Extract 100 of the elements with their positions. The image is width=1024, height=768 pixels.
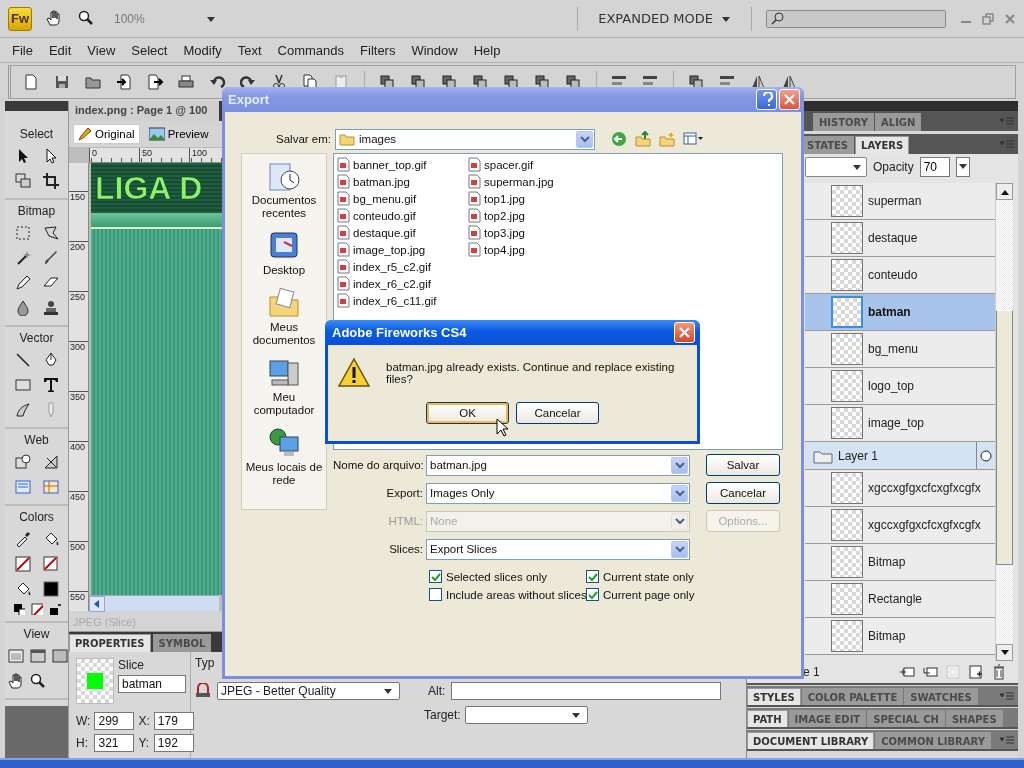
rectangle-icon[interactable] — [14, 377, 31, 393]
dimension-field[interactable]: 179 — [153, 712, 194, 730]
pencil-icon[interactable] — [14, 275, 31, 291]
place-item[interactable]: Documentos recentes — [242, 160, 326, 220]
panel-tab[interactable]: LAYERS — [855, 136, 910, 154]
up-folder-icon[interactable] — [635, 131, 651, 147]
panel-menu-icon[interactable] — [1000, 691, 1014, 701]
target-dropdown[interactable] — [464, 706, 588, 724]
image-entry[interactable]: index_r6_c2.gif — [337, 275, 468, 292]
lasso-icon[interactable] — [42, 225, 59, 241]
trash-icon[interactable] — [991, 664, 1007, 680]
dimension-field[interactable]: 299 — [94, 712, 135, 730]
slice-name-field[interactable]: batman — [118, 675, 186, 693]
menu-item[interactable]: Text — [229, 42, 270, 58]
image-entry[interactable]: top4.jpg — [468, 241, 599, 258]
scroll-down-icon[interactable] — [999, 648, 1010, 657]
scroll-left-icon[interactable] — [92, 598, 102, 609]
image-entry[interactable]: bg_menu.gif — [337, 190, 468, 207]
blend-mode-dropdown[interactable] — [805, 156, 867, 177]
image-entry[interactable]: index_r5_c2.gif — [337, 258, 468, 275]
panel-tab[interactable]: PROPERTIES — [69, 634, 151, 652]
no-color-icon[interactable] — [30, 603, 43, 615]
undo-icon[interactable] — [209, 73, 226, 91]
panel-tab[interactable]: PATH — [747, 710, 788, 727]
full-screen-icon[interactable] — [51, 648, 68, 664]
menu-item[interactable]: View — [79, 42, 124, 58]
dropdown-field[interactable]: Export Slices — [426, 538, 690, 560]
image-entry[interactable]: index_r6_c11.gif — [337, 292, 468, 309]
layer-row[interactable]: bg_menu — [805, 331, 995, 368]
stroke-color-icon[interactable] — [14, 556, 31, 572]
layer-row[interactable]: destaque — [805, 220, 995, 257]
export-format-dropdown[interactable]: JPEG - Better Quality — [217, 682, 400, 700]
layer-row[interactable]: xgccxgfgxcfcxgfxcgfx — [805, 470, 995, 507]
brush-icon[interactable] — [42, 250, 59, 266]
menu-item[interactable]: Filters — [352, 42, 404, 58]
checkbox[interactable] — [586, 570, 599, 583]
layer-row[interactable]: conteudo — [805, 257, 995, 294]
document-tab[interactable]: index.png : Page 1 @ 100 — [69, 101, 219, 121]
dropdown-field[interactable]: Images Only — [426, 482, 690, 504]
panel-tab[interactable]: DOCUMENT LIBRARY — [747, 732, 875, 749]
opacity-dropdown-button[interactable] — [955, 156, 970, 177]
layer-folder-row[interactable]: Layer 1 — [805, 442, 995, 470]
stroke-swatch-icon[interactable] — [42, 556, 59, 572]
fill-swatch-icon[interactable] — [42, 581, 59, 597]
eyedropper-icon[interactable] — [14, 531, 31, 547]
panel-menu-icon[interactable] — [1000, 735, 1014, 745]
place-item[interactable]: Meus documentos — [242, 287, 326, 347]
opacity-field[interactable]: 70 — [919, 156, 950, 177]
hand-icon[interactable] — [7, 673, 24, 689]
place-item[interactable]: Meus locais de rede — [242, 427, 326, 487]
image-entry[interactable]: spacer.gif — [468, 156, 599, 173]
view-tab[interactable]: Original — [73, 124, 140, 144]
circle-icon[interactable] — [980, 449, 992, 462]
print-icon[interactable] — [178, 73, 195, 91]
save-icon[interactable] — [54, 73, 71, 91]
show-slices-icon[interactable] — [42, 479, 59, 495]
new-sublayer-icon[interactable] — [899, 664, 915, 680]
menu-item[interactable]: Edit — [40, 42, 80, 58]
image-entry[interactable]: banner_top.gif — [337, 156, 468, 173]
dialog-button[interactable]: Cancelar — [516, 402, 599, 424]
slice-type-icon[interactable] — [195, 683, 211, 699]
image-entry[interactable]: top2.jpg — [468, 207, 599, 224]
slice-icon[interactable] — [42, 454, 59, 470]
close-button[interactable] — [674, 322, 695, 343]
menu-item[interactable]: Window — [403, 42, 466, 58]
blur-icon[interactable] — [14, 300, 31, 316]
dropdown-field[interactable]: batman.jpg — [426, 454, 690, 476]
image-entry[interactable]: conteudo.gif — [337, 207, 468, 224]
layer-row[interactable]: Rectangle — [805, 581, 995, 618]
crop-icon[interactable] — [42, 173, 59, 189]
menu-item[interactable]: Select — [123, 42, 176, 58]
vertical-scrollbar[interactable] — [995, 183, 1013, 661]
view-tab[interactable]: Preview — [143, 124, 214, 144]
swap-colors-icon[interactable] — [48, 603, 61, 615]
workspace-switcher[interactable]: EXPANDED MODE — [592, 10, 737, 27]
dialog-button[interactable]: OK — [426, 402, 509, 424]
view-menu-icon[interactable] — [683, 131, 703, 147]
export-icon[interactable] — [147, 73, 164, 91]
close-button[interactable] — [779, 89, 800, 110]
layer-row[interactable]: xgccxgfgxcfcxgfxcgfx — [805, 507, 995, 544]
layer-row[interactable]: image_top — [805, 405, 995, 442]
duplicate-layer-icon[interactable] — [968, 664, 984, 680]
checkbox[interactable] — [586, 588, 599, 601]
panel-tab[interactable]: STYLES — [747, 688, 801, 705]
search-field[interactable] — [766, 9, 946, 28]
text-tool-icon[interactable] — [42, 377, 59, 393]
checkbox[interactable] — [429, 570, 442, 583]
menu-item[interactable]: Modify — [175, 42, 230, 58]
save-location-dropdown[interactable]: images — [335, 128, 595, 150]
dialog-button[interactable]: Cancelar — [706, 482, 780, 504]
image-entry[interactable]: image_top.jpg — [337, 241, 468, 258]
layer-row[interactable]: superman — [805, 183, 995, 220]
help-button[interactable] — [756, 89, 777, 110]
line-icon[interactable] — [14, 352, 31, 368]
dialog-button[interactable]: Salvar — [706, 454, 780, 476]
image-entry[interactable]: superman.jpg — [468, 173, 599, 190]
default-colors-icon[interactable] — [12, 603, 25, 615]
dimension-field[interactable]: 321 — [94, 734, 135, 752]
layer-row[interactable]: batman — [805, 294, 995, 331]
dimension-field[interactable]: 192 — [153, 734, 194, 752]
